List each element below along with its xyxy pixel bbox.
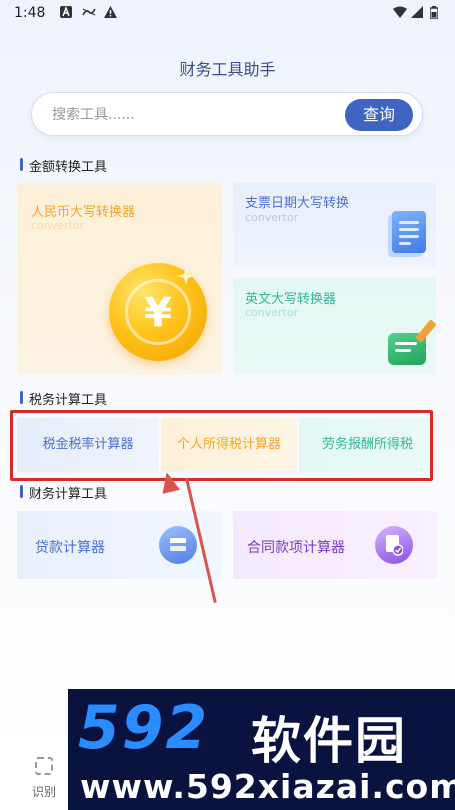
document-icon <box>392 211 426 253</box>
scan-label[interactable]: 识别 <box>32 783 56 800</box>
sparkle-icon <box>177 267 195 285</box>
card-subtitle: convertor <box>31 219 85 232</box>
card-loan-calculator[interactable]: 贷款计算器 <box>17 511 222 579</box>
section-title-amount: 金额转换工具 <box>20 156 107 175</box>
card-title: 支票日期大写转换 <box>245 196 350 211</box>
search-button[interactable]: 查询 <box>345 99 413 131</box>
card-title: 人民币大写转换器 <box>31 205 136 220</box>
watermark-brand: 软件园 <box>251 712 407 770</box>
battery-icon <box>429 6 439 22</box>
loan-calculator-icon <box>159 526 197 564</box>
status-bar: 1:48 <box>0 0 455 28</box>
section-title-tax: 税务计算工具 <box>20 389 107 408</box>
highlight-box <box>10 410 433 481</box>
warning-icon <box>104 6 117 21</box>
card-english-converter[interactable]: 英文大写转换器 convertor <box>233 278 436 375</box>
watermark-digits: 592 <box>78 693 210 763</box>
search-bar: 查询 <box>31 92 423 136</box>
app-title: 财务工具助手 <box>179 60 276 79</box>
watermark-url: www.592xiazai.com <box>80 767 455 806</box>
status-time: 1:48 <box>14 5 46 21</box>
section-title-finance: 财务计算工具 <box>20 483 107 502</box>
contract-icon <box>375 526 413 564</box>
card-subtitle: convertor <box>245 306 299 319</box>
card-contract-calculator[interactable]: 合同款项计算器 <box>233 511 438 579</box>
notification-a-icon <box>60 6 72 21</box>
link-icon <box>82 6 96 21</box>
card-rmb-converter[interactable]: 人民币大写转换器 convertor ¥ <box>17 183 222 375</box>
card-title: 合同款项计算器 <box>247 540 345 556</box>
card-title: 英文大写转换器 <box>245 292 337 307</box>
card-check-date-converter[interactable]: 支票日期大写转换 convertor <box>233 183 436 267</box>
watermark: 592 软件园 www.592xiazai.com <box>68 689 455 810</box>
card-title: 贷款计算器 <box>35 540 105 556</box>
card-subtitle: convertor <box>245 211 299 224</box>
search-input[interactable] <box>52 104 332 126</box>
wifi-icon <box>393 6 407 21</box>
scan-icon[interactable] <box>35 757 53 775</box>
signal-icon <box>411 6 423 21</box>
